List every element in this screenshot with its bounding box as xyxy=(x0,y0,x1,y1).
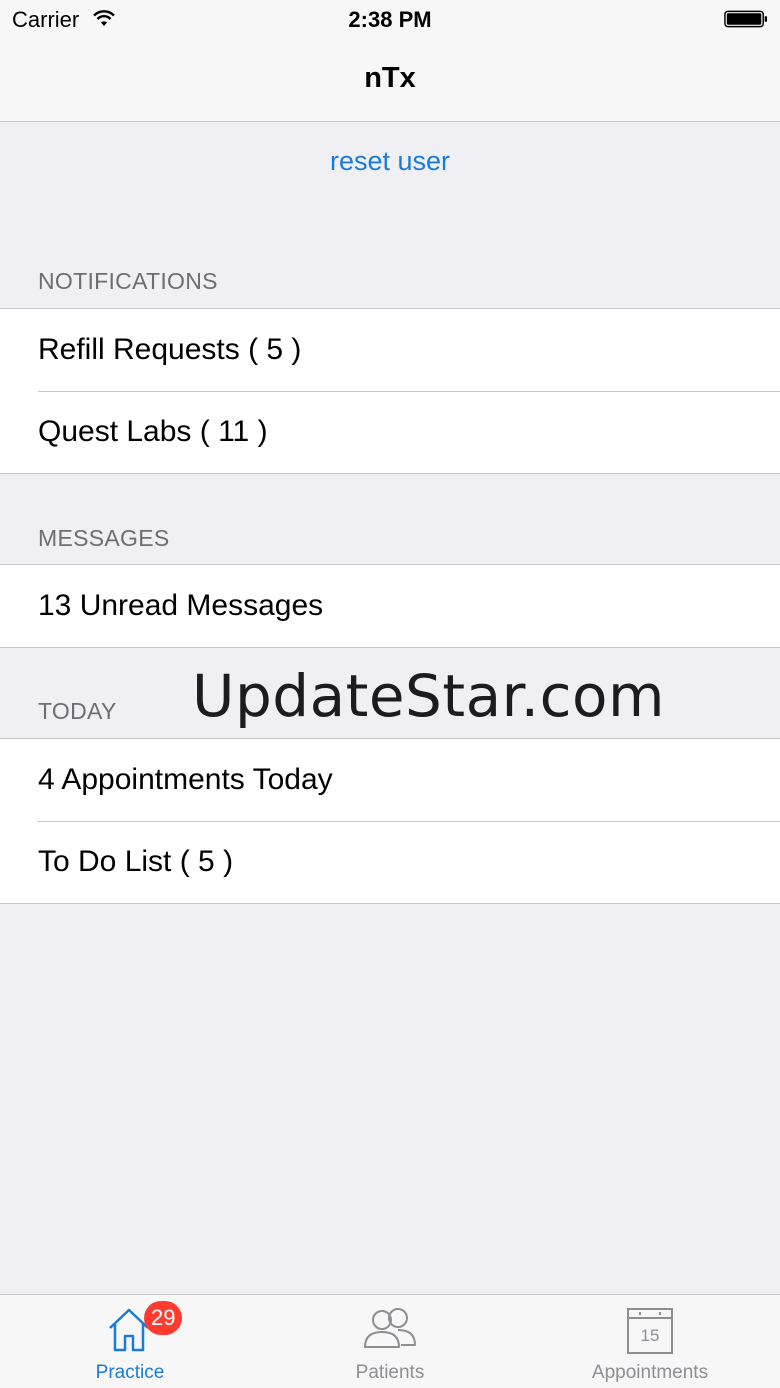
tab-label-practice: Practice xyxy=(95,1362,165,1383)
unread-messages-cell[interactable]: 13 Unread Messages xyxy=(0,565,780,647)
people-icon xyxy=(364,1308,416,1348)
status-time: 2:38 PM xyxy=(348,7,432,32)
notifications-group: Refill Requests ( 5 ) Quest Labs ( 11 ) xyxy=(0,308,780,474)
messages-group: 13 Unread Messages xyxy=(0,564,780,648)
quest-labs-cell[interactable]: Quest Labs ( 11 ) xyxy=(0,391,780,473)
calendar-icon: 15 xyxy=(627,1308,673,1354)
battery-icon xyxy=(724,10,768,28)
navigation-bar: nTx xyxy=(0,40,780,122)
tab-practice[interactable]: 29 Practice xyxy=(0,1295,260,1388)
today-group: 4 Appointments Today To Do List ( 5 ) xyxy=(0,738,780,904)
tab-label-appointments: Appointments xyxy=(591,1362,709,1383)
nav-title: nTx xyxy=(364,62,416,94)
tab-patients[interactable]: Patients xyxy=(260,1295,520,1388)
calendar-day-number: 15 xyxy=(641,1326,660,1345)
tab-bar: 29 Practice Patients 15 Appointments xyxy=(0,1294,780,1388)
section-header-notifications: NOTIFICATIONS xyxy=(38,268,218,294)
section-header-messages: MESSAGES xyxy=(38,525,170,551)
refill-requests-cell[interactable]: Refill Requests ( 5 ) xyxy=(0,309,780,391)
status-bar: Carrier 2:38 PM xyxy=(0,0,780,40)
todo-list-cell[interactable]: To Do List ( 5 ) xyxy=(0,821,780,903)
section-header-today: TODAY xyxy=(38,698,117,724)
tab-label-patients: Patients xyxy=(355,1362,425,1383)
reset-user-link[interactable]: reset user xyxy=(0,146,780,177)
appointments-today-cell[interactable]: 4 Appointments Today xyxy=(0,739,780,821)
tab-appointments[interactable]: 15 Appointments xyxy=(520,1295,780,1388)
practice-badge: 29 xyxy=(144,1301,183,1335)
watermark: UpdateStar.com xyxy=(192,662,665,730)
